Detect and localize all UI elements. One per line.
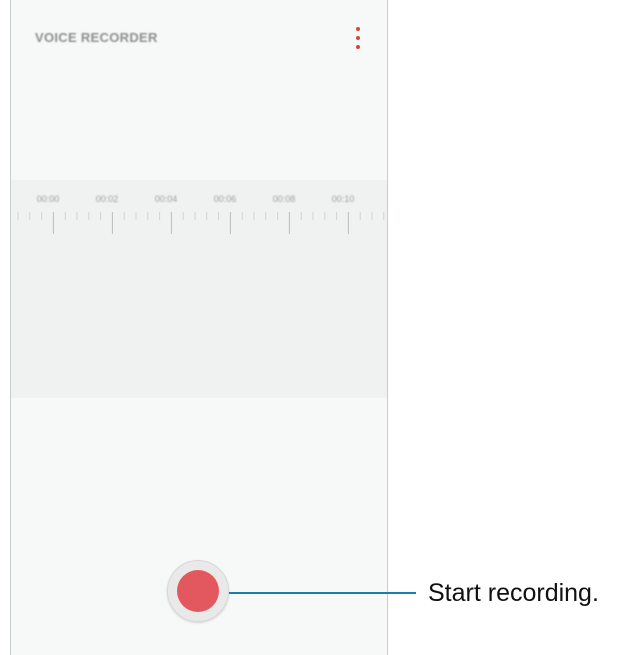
time-label: 00:04	[154, 194, 178, 204]
phone-screen: VOICE RECORDER 00:00 00:02 00:04 00:06 0…	[10, 0, 388, 655]
app-title: VOICE RECORDER	[35, 30, 158, 45]
time-label: 00:00	[36, 194, 60, 204]
time-label: 00:10	[331, 194, 355, 204]
callout-label: Start recording.	[428, 579, 599, 607]
timeline-labels: 00:00 00:02 00:04 00:06 00:08 00:10	[11, 194, 387, 208]
record-button[interactable]	[167, 560, 229, 622]
record-icon	[177, 570, 219, 612]
more-options-button[interactable]	[351, 27, 365, 49]
callout-line	[229, 592, 416, 594]
app-header: VOICE RECORDER	[11, 0, 387, 80]
timeline-ruler	[17, 212, 385, 234]
more-vertical-icon-dot	[356, 36, 360, 40]
screenshot-canvas: VOICE RECORDER 00:00 00:02 00:04 00:06 0…	[0, 0, 623, 655]
waveform-area: 00:00 00:02 00:04 00:06 00:08 00:10	[11, 180, 387, 398]
time-label: 00:08	[272, 194, 296, 204]
more-vertical-icon-dot	[356, 27, 360, 31]
more-vertical-icon-dot	[356, 45, 360, 49]
time-label: 00:02	[95, 194, 119, 204]
time-label: 00:06	[213, 194, 237, 204]
